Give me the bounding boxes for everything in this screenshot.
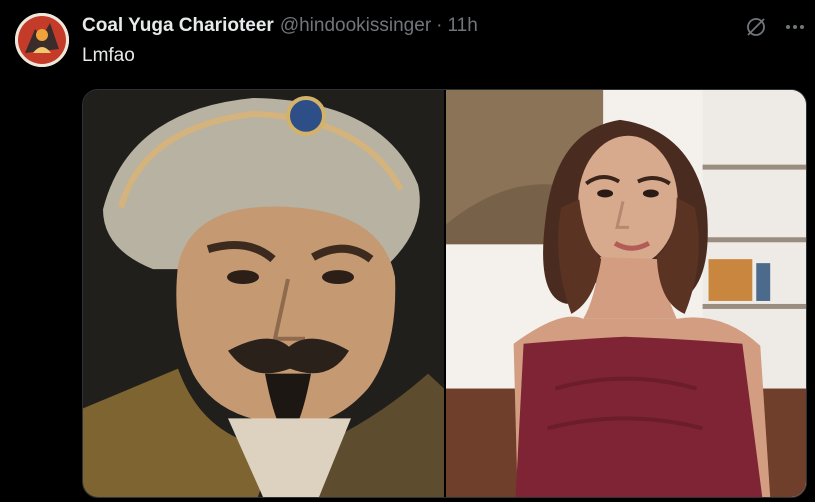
more-icon[interactable] [783,15,807,39]
display-name[interactable]: Coal Yuga Charioteer [82,15,274,37]
avatar[interactable] [15,13,69,67]
tweet-text: Lmfao [82,45,135,66]
separator-dot: · [436,15,443,36]
portrait-emperor-image[interactable] [83,90,444,497]
media-grid [82,89,807,498]
grok-icon[interactable] [744,15,768,39]
portrait-woman-image[interactable] [446,90,806,497]
timestamp[interactable]: 11h [447,15,477,37]
user-handle[interactable]: @hindookissinger [280,15,431,37]
